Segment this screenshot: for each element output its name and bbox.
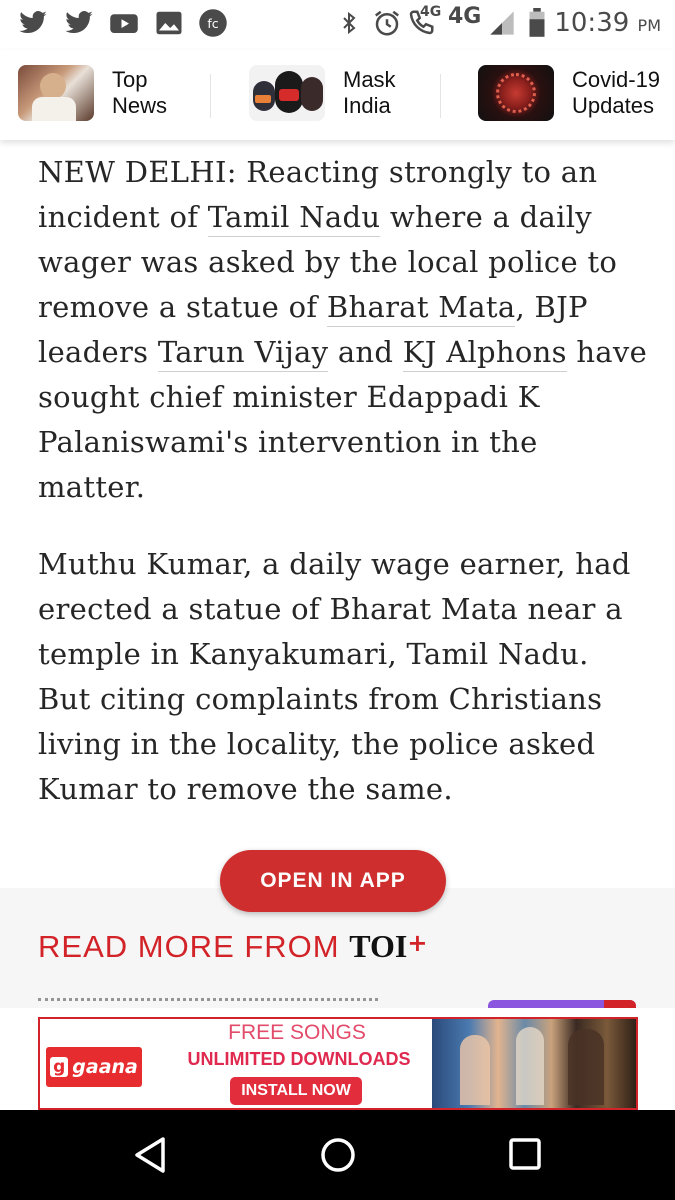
gaana-logo: g gaana (46, 1047, 142, 1087)
network-label: 4G (448, 4, 482, 29)
nav-label-covid-updates: Covid-19 Updates (572, 67, 661, 118)
topic-link-bharat-mata[interactable]: Bharat Mata (326, 290, 516, 327)
article-body: NEW DELHI: Reacting strongly to an incid… (38, 150, 648, 844)
ad-container: g gaana FREE SONGS UNLIMITED DOWNLOADS IN… (0, 1008, 675, 1110)
home-icon[interactable] (319, 1136, 357, 1178)
topic-link-tarun-vijay[interactable]: Tarun Vijay (157, 335, 329, 372)
network-small-label: 4G (420, 4, 442, 20)
topic-link-tamil-nadu[interactable]: Tamil Nadu (207, 200, 381, 237)
top-news-thumbnail (18, 65, 94, 121)
nav-item-top-news[interactable]: Top News (18, 64, 167, 122)
nav-divider (210, 74, 211, 118)
ad-person-figure (516, 1027, 544, 1105)
android-navigation-bar (0, 1110, 675, 1200)
article-paragraph: NEW DELHI: Reacting strongly to an incid… (38, 155, 648, 504)
ad-install-button[interactable]: INSTALL NOW (230, 1077, 362, 1105)
gallery-icon (156, 11, 182, 35)
ad-person-figure (568, 1029, 604, 1105)
nav-label-mask-india: Mask India (343, 67, 396, 118)
topic-link-kj-alphons[interactable]: KJ Alphons (402, 335, 567, 372)
mask-india-thumbnail (249, 65, 325, 121)
fc-icon: fc (199, 9, 227, 37)
nav-item-mask-india[interactable]: Mask India (249, 64, 396, 122)
recent-apps-icon[interactable] (508, 1136, 542, 1176)
nav-label-top-news: Top News (112, 67, 168, 118)
twitter-icon (65, 11, 93, 34)
top-nav: Top News Mask India Covid-19 Updates (0, 50, 675, 140)
article-paragraph: Muthu Kumar, a daily wage earner, had er… (38, 547, 631, 806)
clock: 10:39 PM (554, 8, 661, 38)
bluetooth-icon (343, 11, 356, 35)
read-more-heading: READ MORE FROM TOI+ (38, 928, 429, 964)
twitter-icon (19, 11, 47, 34)
toi-plus-icon: + (407, 929, 429, 957)
next-story-peek (38, 998, 378, 1008)
nav-item-covid-updates[interactable]: Covid-19 Updates (478, 64, 660, 122)
covid-thumbnail (478, 65, 554, 121)
svg-text:fc: fc (207, 16, 218, 31)
status-bar: fc 4G 4G 10:39 PM (0, 0, 675, 50)
open-in-app-button[interactable]: OPEN IN APP (220, 850, 446, 912)
gaana-ad-banner[interactable]: g gaana FREE SONGS UNLIMITED DOWNLOADS IN… (38, 1017, 638, 1110)
signal-icon (490, 11, 514, 35)
nav-divider (440, 74, 441, 118)
ad-person-figure (460, 1035, 490, 1105)
alarm-icon (375, 10, 399, 36)
youtube-icon (110, 14, 138, 33)
toi-logo: TOI (349, 928, 408, 964)
ad-headline: FREE SONGS (228, 1021, 366, 1044)
ad-subheadline: UNLIMITED DOWNLOADS (187, 1049, 411, 1069)
battery-icon (529, 8, 545, 37)
back-icon[interactable] (132, 1136, 168, 1178)
